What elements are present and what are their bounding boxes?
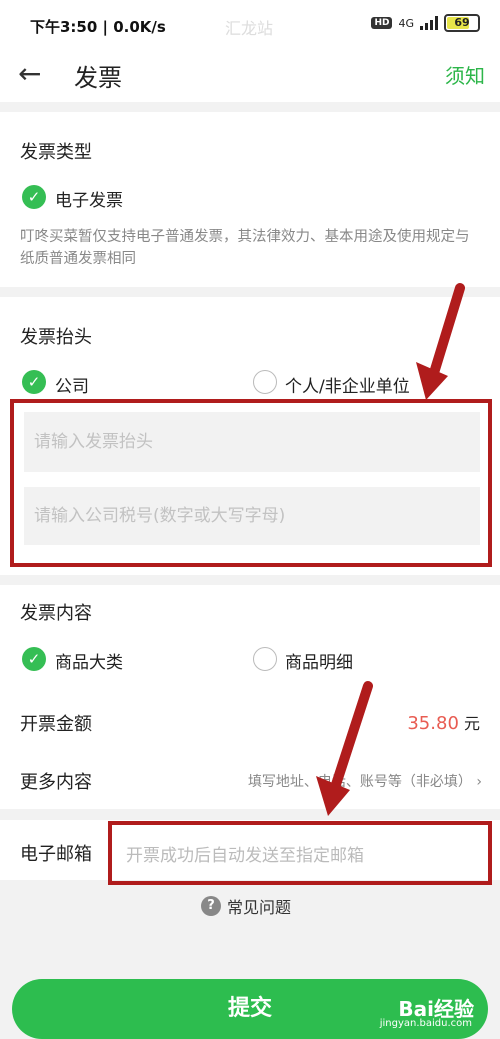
email-label: 电子邮箱 [20,844,92,865]
more-content-label[interactable]: 更多内容 [20,768,92,794]
check-icon[interactable]: ✓ [22,185,46,209]
option-personal[interactable]: 个人/非企业单位 [285,372,410,397]
faq-link[interactable]: ? 常见问题 [201,894,291,918]
invoice-content-section: 发票内容 ✓ 商品大类 商品明细 开票金额 35.80 元 更多内容 填写地址、… [0,585,500,809]
hd-icon: HD [371,17,393,29]
status-bar: 下午3:50 | 0.0K/s 汇龙站 HD 4G 69 [0,0,500,50]
signal-icon [420,16,438,30]
invoice-type-note: 叮咚买菜暂仅支持电子普通发票，其法律效力、基本用途及使用规定与纸质普通发票相同 [20,229,470,267]
status-watermark: 汇龙站 [225,19,274,38]
option-company[interactable]: 公司 [55,372,89,397]
invoice-content-title: 发票内容 [20,603,92,624]
amount-value: 35.80 元 [407,713,480,734]
battery-icon: 69 [444,14,480,32]
network-label: 4G [398,16,414,30]
page-title: 发票 [74,64,122,92]
status-time: 下午3:50 | 0.0K/s [30,18,166,36]
invoice-type-section: 发票类型 ✓ 电子发票 叮咚买菜暂仅支持电子普通发票，其法律效力、基本用途及使用… [0,112,500,287]
baidu-url: jingyan.baidu.com [379,1018,472,1029]
invoice-header-title: 发票抬头 [20,327,92,348]
status-icons: HD 4G 69 [371,14,480,32]
question-icon: ? [201,896,221,916]
check-icon[interactable]: ✓ [22,370,46,394]
check-icon[interactable]: ✓ [22,647,46,671]
annotation-box [108,821,492,885]
notice-link[interactable]: 须知 [445,60,485,89]
faq-label: 常见问题 [227,898,292,917]
option-electronic-invoice[interactable]: 电子发票 [55,186,123,211]
option-category[interactable]: 商品大类 [55,648,123,673]
option-detail[interactable]: 商品明细 [285,648,353,673]
chevron-right-icon: › [476,774,482,790]
invoice-type-title: 发票类型 [20,142,92,163]
back-arrow-icon[interactable]: ← [18,60,41,88]
more-content-row[interactable]: 填写地址、电话、账号等（非必填） › [248,771,482,791]
amount-label: 开票金额 [20,714,92,735]
annotation-box [10,399,492,567]
nav-header: ← 发票 须知 [0,50,500,102]
radio-empty-icon[interactable] [253,370,277,394]
radio-empty-icon[interactable] [253,647,277,671]
